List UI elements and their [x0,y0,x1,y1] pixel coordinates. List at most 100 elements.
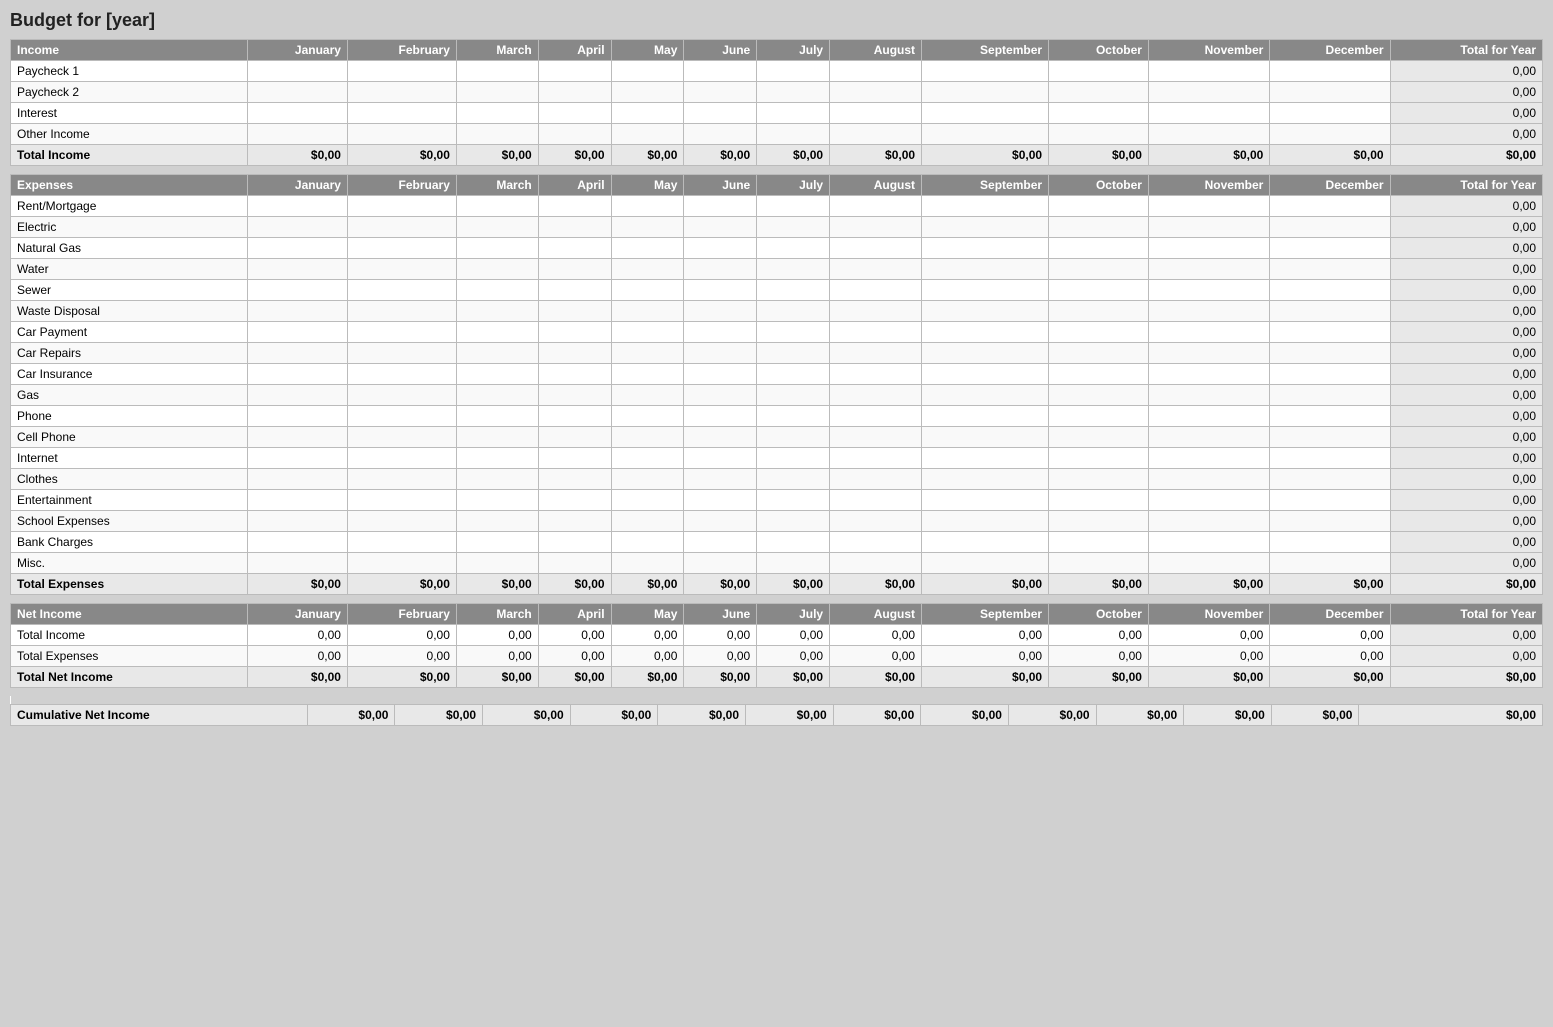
cell[interactable] [248,343,348,364]
cell[interactable] [1270,301,1390,322]
cell[interactable] [922,61,1049,82]
cell[interactable] [248,280,348,301]
cell[interactable] [347,448,456,469]
cell[interactable] [538,553,611,574]
cell[interactable] [922,406,1049,427]
cell[interactable] [538,103,611,124]
cell[interactable] [456,238,538,259]
cell[interactable] [1270,406,1390,427]
cell[interactable] [830,61,922,82]
cell[interactable] [1270,217,1390,238]
cell[interactable] [830,322,922,343]
cell[interactable] [347,82,456,103]
cell[interactable] [1270,322,1390,343]
cell[interactable] [830,385,922,406]
cell[interactable] [611,406,684,427]
cell[interactable] [611,217,684,238]
cell[interactable] [922,82,1049,103]
cell[interactable] [1049,238,1149,259]
cell[interactable] [248,490,348,511]
cell[interactable] [611,364,684,385]
cell[interactable] [757,490,830,511]
cell[interactable] [684,511,757,532]
cell[interactable] [757,238,830,259]
cell[interactable] [830,259,922,280]
cell[interactable] [347,364,456,385]
cell[interactable] [1148,511,1269,532]
cell[interactable] [1148,61,1269,82]
cell[interactable] [456,532,538,553]
cell[interactable] [1270,343,1390,364]
cell[interactable] [611,490,684,511]
cell[interactable] [757,532,830,553]
cell[interactable] [347,490,456,511]
cell[interactable] [347,217,456,238]
cell[interactable] [922,469,1049,490]
cell[interactable] [248,553,348,574]
cell[interactable] [248,61,348,82]
cell[interactable] [922,427,1049,448]
cell[interactable] [757,511,830,532]
cell[interactable] [456,406,538,427]
cell[interactable] [1148,385,1269,406]
cell[interactable] [684,103,757,124]
cell[interactable] [830,490,922,511]
cell[interactable] [248,82,348,103]
cell[interactable] [611,196,684,217]
cell[interactable] [456,280,538,301]
cell[interactable] [757,364,830,385]
cell[interactable] [830,238,922,259]
cell[interactable] [538,82,611,103]
cell[interactable] [248,196,348,217]
cell[interactable] [538,448,611,469]
cell[interactable] [830,469,922,490]
cell[interactable] [1148,103,1269,124]
cell[interactable] [757,259,830,280]
cell[interactable] [538,343,611,364]
cell[interactable] [347,124,456,145]
cell[interactable] [1270,385,1390,406]
cell[interactable] [830,301,922,322]
cell[interactable] [1270,469,1390,490]
cell[interactable] [922,124,1049,145]
cell[interactable] [538,469,611,490]
cell[interactable] [538,238,611,259]
cell[interactable] [347,427,456,448]
cell[interactable] [684,238,757,259]
cell[interactable] [1148,343,1269,364]
cell[interactable] [1270,427,1390,448]
cell[interactable] [922,364,1049,385]
cell[interactable] [347,259,456,280]
cell[interactable] [684,364,757,385]
cell[interactable] [757,406,830,427]
cell[interactable] [248,385,348,406]
cell[interactable] [1270,82,1390,103]
cell[interactable] [248,124,348,145]
cell[interactable] [456,343,538,364]
cell[interactable] [830,82,922,103]
cell[interactable] [1270,532,1390,553]
cell[interactable] [248,364,348,385]
cell[interactable] [1049,511,1149,532]
cell[interactable] [830,217,922,238]
cell[interactable] [248,217,348,238]
cell[interactable] [611,259,684,280]
cell[interactable] [456,364,538,385]
cell[interactable] [922,511,1049,532]
cell[interactable] [611,61,684,82]
cell[interactable] [684,427,757,448]
cell[interactable] [611,553,684,574]
cell[interactable] [347,553,456,574]
cell[interactable] [538,217,611,238]
cell[interactable] [1270,490,1390,511]
cell[interactable] [1148,427,1269,448]
cell[interactable] [248,238,348,259]
cell[interactable] [248,322,348,343]
cell[interactable] [538,511,611,532]
cell[interactable] [684,259,757,280]
cell[interactable] [611,280,684,301]
cell[interactable] [611,103,684,124]
cell[interactable] [757,301,830,322]
cell[interactable] [1270,280,1390,301]
cell[interactable] [922,553,1049,574]
